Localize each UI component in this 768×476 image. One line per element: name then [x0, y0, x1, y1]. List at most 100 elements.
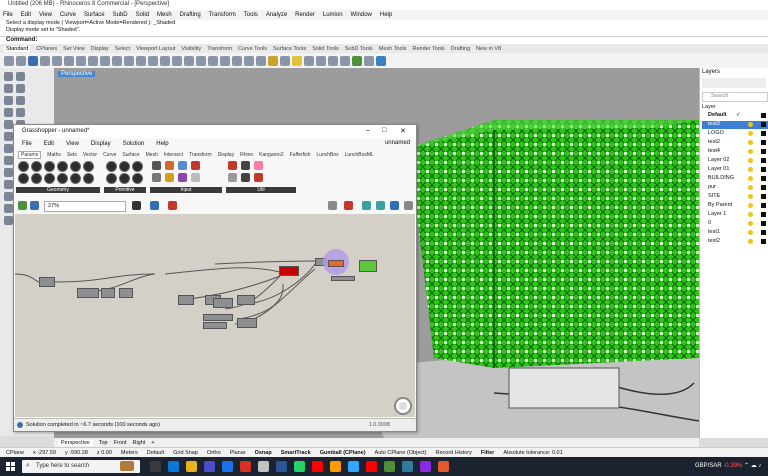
- cplane-icon[interactable]: [208, 55, 218, 66]
- gh-menu-edit[interactable]: Edit: [44, 141, 54, 147]
- four-views-icon[interactable]: [196, 55, 206, 66]
- undo-icon[interactable]: [100, 55, 110, 66]
- preview-settings-icon[interactable]: [390, 201, 399, 210]
- layer-visible-icon[interactable]: [748, 158, 753, 163]
- layer-color-swatch[interactable]: [761, 203, 766, 208]
- layer-row[interactable]: Layer 02: [702, 157, 768, 165]
- util-arrow-icon[interactable]: [241, 161, 250, 170]
- layer-row[interactable]: pur: [702, 184, 768, 192]
- param-arc-icon[interactable]: [57, 161, 68, 172]
- light-icon[interactable]: [292, 55, 302, 66]
- param-boolean-icon[interactable]: [106, 161, 117, 172]
- layer-row[interactable]: test2: [702, 238, 768, 246]
- layer-row[interactable]: Layer 1: [702, 211, 768, 219]
- layer-visible-icon[interactable]: [748, 167, 753, 172]
- layer-color-swatch[interactable]: [761, 149, 766, 154]
- layer-visible-icon[interactable]: [748, 149, 753, 154]
- edge-icon[interactable]: [168, 461, 179, 472]
- viewport-tab-front[interactable]: Front: [114, 440, 127, 446]
- gh-tab-fufferfish[interactable]: Fufferfish: [290, 152, 311, 158]
- menu-window[interactable]: Window: [351, 12, 372, 18]
- param-surface-icon[interactable]: [31, 173, 42, 184]
- zoom-field[interactable]: 27%: [44, 201, 126, 212]
- app-2-icon[interactable]: [420, 461, 431, 472]
- toggle-ortho[interactable]: Ortho: [207, 450, 221, 456]
- param-circle-icon[interactable]: [44, 161, 55, 172]
- arc-icon[interactable]: [16, 96, 25, 105]
- toggle-filter[interactable]: Filter: [481, 450, 494, 456]
- gh-tab-intersect[interactable]: Intersect: [164, 152, 183, 158]
- current-layer-label[interactable]: Default: [147, 450, 164, 456]
- menu-view[interactable]: View: [39, 12, 52, 18]
- render-icon[interactable]: [304, 55, 314, 66]
- gh-menu-display[interactable]: Display: [91, 141, 111, 147]
- join-icon[interactable]: [4, 216, 13, 225]
- redo-icon[interactable]: [112, 55, 122, 66]
- tab-render-tools[interactable]: Render Tools: [412, 46, 444, 52]
- shaded-preview-icon[interactable]: [362, 201, 371, 210]
- gh-tab-transform[interactable]: Transform: [189, 152, 212, 158]
- open-file-icon[interactable]: [16, 55, 26, 66]
- file-explorer-icon[interactable]: [186, 461, 197, 472]
- param-integer-icon[interactable]: [119, 161, 130, 172]
- undo-view-icon[interactable]: [184, 55, 194, 66]
- viewport-tab-right[interactable]: Right: [132, 440, 145, 446]
- tab-standard[interactable]: Standard: [4, 45, 31, 52]
- show-icon[interactable]: [244, 55, 254, 66]
- layer-visible-icon[interactable]: [748, 221, 753, 226]
- gh-tab-surface[interactable]: Surface: [122, 152, 139, 158]
- polygon-icon[interactable]: [16, 108, 25, 117]
- input-toggle-icon[interactable]: [191, 161, 200, 170]
- util-relay-icon[interactable]: [241, 173, 250, 182]
- app-icon[interactable]: [402, 461, 413, 472]
- layer-color-swatch[interactable]: [761, 131, 766, 136]
- gh-tab-lunchboxml[interactable]: LunchBoxML: [345, 152, 374, 158]
- menu-render[interactable]: Render: [295, 12, 315, 18]
- move-icon[interactable]: [4, 168, 13, 177]
- tab-display[interactable]: Display: [91, 46, 109, 52]
- toggle-gumball[interactable]: Gumball (CPlane): [320, 450, 366, 456]
- layer-visible-icon[interactable]: [748, 194, 753, 199]
- param-curve-icon[interactable]: [18, 173, 29, 184]
- layer-search-input[interactable]: Search: [702, 92, 768, 102]
- cut-icon[interactable]: [64, 55, 74, 66]
- layer-color-swatch[interactable]: [761, 176, 766, 181]
- param-brep-icon[interactable]: [44, 173, 55, 184]
- gh-component-node[interactable]: [39, 277, 55, 287]
- param-mesh-icon[interactable]: [57, 173, 68, 184]
- gh-component-node[interactable]: [237, 318, 257, 328]
- gh-component-node[interactable]: [178, 295, 194, 305]
- util-cherry-icon[interactable]: [228, 161, 237, 170]
- tab-select[interactable]: Select: [115, 46, 130, 52]
- curve-icon[interactable]: [16, 84, 25, 93]
- layer-color-swatch[interactable]: [761, 239, 766, 244]
- mirror-icon[interactable]: [4, 192, 13, 201]
- gh-document-name[interactable]: unnamed: [385, 140, 410, 146]
- gh-tab-vector[interactable]: Vector: [83, 152, 97, 158]
- toggle-auto-cplane[interactable]: Auto CPlane (Object): [375, 450, 427, 456]
- tab-transform[interactable]: Transform: [207, 46, 232, 52]
- param-group-icon[interactable]: [83, 173, 94, 184]
- trim-icon[interactable]: [4, 204, 13, 213]
- layer-visible-icon[interactable]: [748, 140, 753, 145]
- rendered-sphere-icon[interactable]: [328, 55, 338, 66]
- fillet-icon[interactable]: [4, 120, 13, 129]
- param-geometry-icon[interactable]: [70, 173, 81, 184]
- grasshopper-app-icon[interactable]: [384, 461, 395, 472]
- windows-start-icon[interactable]: [6, 462, 16, 472]
- help-icon[interactable]: [376, 55, 386, 66]
- menu-lumion[interactable]: Lumion: [323, 12, 343, 18]
- task-view-icon[interactable]: [150, 461, 161, 472]
- layer-visible-icon[interactable]: [748, 176, 753, 181]
- shaded-sphere-icon[interactable]: [316, 55, 326, 66]
- toggle-osnap[interactable]: Osnap: [255, 450, 272, 456]
- photoshop-icon[interactable]: [348, 461, 359, 472]
- gh-menu-solution[interactable]: Solution: [123, 141, 145, 147]
- param-text-icon[interactable]: [106, 173, 117, 184]
- menu-solid[interactable]: Solid: [136, 12, 149, 18]
- zoom-extents-icon[interactable]: [160, 55, 170, 66]
- layer-row[interactable]: SITE: [702, 193, 768, 201]
- layer-row[interactable]: Default ✓: [702, 112, 768, 120]
- gh-tab-params[interactable]: Params: [18, 150, 42, 159]
- layer-color-swatch[interactable]: [761, 167, 766, 172]
